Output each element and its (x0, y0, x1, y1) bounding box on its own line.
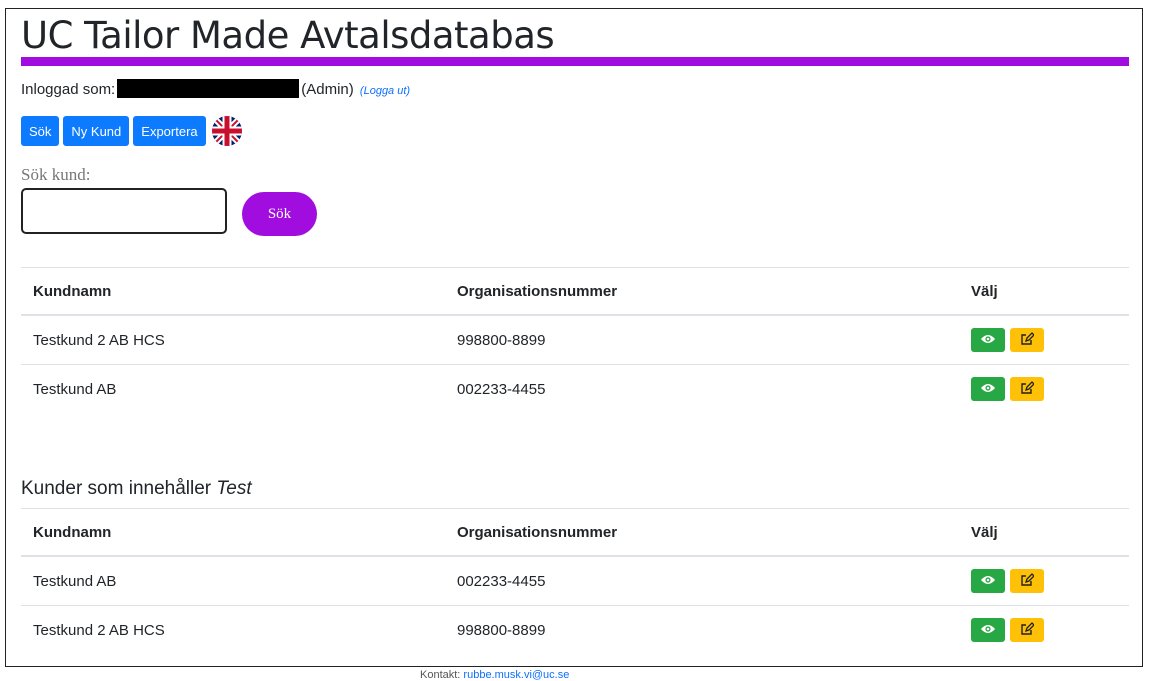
customer-name: Testkund 2 AB HCS (33, 621, 165, 639)
footer-contact-link[interactable]: rubbe.musk.vi@uc.se (463, 669, 569, 681)
results-search-term: Test (216, 478, 252, 499)
edit-button[interactable] (1010, 569, 1044, 593)
view-button[interactable] (971, 618, 1005, 642)
edit-button[interactable] (1010, 377, 1044, 401)
customer-table: Kundnamn Organisationsnummer Välj Testku… (21, 267, 1129, 413)
search-nav-button[interactable]: Sök (21, 116, 60, 146)
table-header-row: Kundnamn Organisationsnummer Välj (21, 508, 1129, 557)
table-row: Testkund 2 AB HCS 998800-8899 (21, 315, 1129, 365)
view-button[interactable] (971, 377, 1005, 401)
org-number: 002233-4455 (445, 556, 959, 606)
column-header-org: Organisationsnummer (445, 508, 959, 557)
view-button[interactable] (971, 328, 1005, 352)
new-customer-button[interactable]: Ny Kund (63, 116, 130, 146)
column-header-name: Kundnamn (21, 508, 445, 557)
column-header-name: Kundnamn (21, 267, 445, 316)
login-role: (Admin) (301, 81, 354, 98)
page-title: UC Tailor Made Avtalsdatabas (21, 14, 555, 57)
eye-icon (980, 382, 996, 397)
search-label: Sök kund: (21, 165, 91, 184)
redacted-username (117, 79, 300, 98)
results-table: Kundnamn Organisationsnummer Välj Testku… (21, 508, 1129, 654)
login-prefix: Inloggad som: (21, 81, 116, 98)
footer: Kontakt: rubbe.musk.vi@uc.se (420, 669, 569, 681)
customer-name: Testkund AB (21, 556, 445, 606)
results-heading: Kunder som innehåller Test (21, 477, 252, 501)
edit-icon (1020, 380, 1035, 398)
org-number: 998800-8899 (445, 315, 959, 365)
edit-button[interactable] (1010, 618, 1044, 642)
results-heading-prefix: Kunder som innehåller (21, 478, 217, 499)
edit-button[interactable] (1010, 328, 1044, 352)
column-header-choose: Välj (959, 508, 1129, 557)
logout-link[interactable]: (Logga ut) (360, 85, 410, 97)
search-submit-button[interactable]: Sök (242, 192, 317, 236)
view-button[interactable] (971, 569, 1005, 593)
edit-icon (1020, 572, 1035, 590)
customer-name: Testkund 2 AB HCS (21, 315, 445, 365)
column-header-org: Organisationsnummer (445, 267, 959, 316)
title-underline (21, 57, 1129, 66)
toolbar: Sök Ny Kund Exportera (21, 116, 242, 146)
table-header-row: Kundnamn Organisationsnummer Välj (21, 267, 1129, 316)
eye-icon (980, 623, 996, 638)
edit-icon (1020, 621, 1035, 639)
customer-name: Testkund AB (33, 380, 117, 398)
eye-icon (980, 574, 996, 589)
export-button[interactable]: Exportera (133, 116, 206, 146)
table-row: Testkund 2 AB HCS 998800-8899 (21, 606, 1129, 655)
login-status: Inloggad som: (Admin) (Logga ut) (21, 79, 410, 101)
footer-prefix: Kontakt: (420, 669, 461, 681)
uk-flag-icon[interactable] (211, 116, 242, 146)
edit-icon (1020, 331, 1035, 349)
org-number: 002233-4455 (457, 380, 546, 398)
customer-search-input[interactable] (21, 188, 227, 234)
table-row: Testkund AB 002233-4455 (21, 365, 1129, 414)
table-row: Testkund AB 002233-4455 (21, 556, 1129, 606)
column-header-choose: Välj (959, 267, 1129, 316)
org-number: 998800-8899 (457, 621, 546, 639)
eye-icon (980, 333, 996, 348)
